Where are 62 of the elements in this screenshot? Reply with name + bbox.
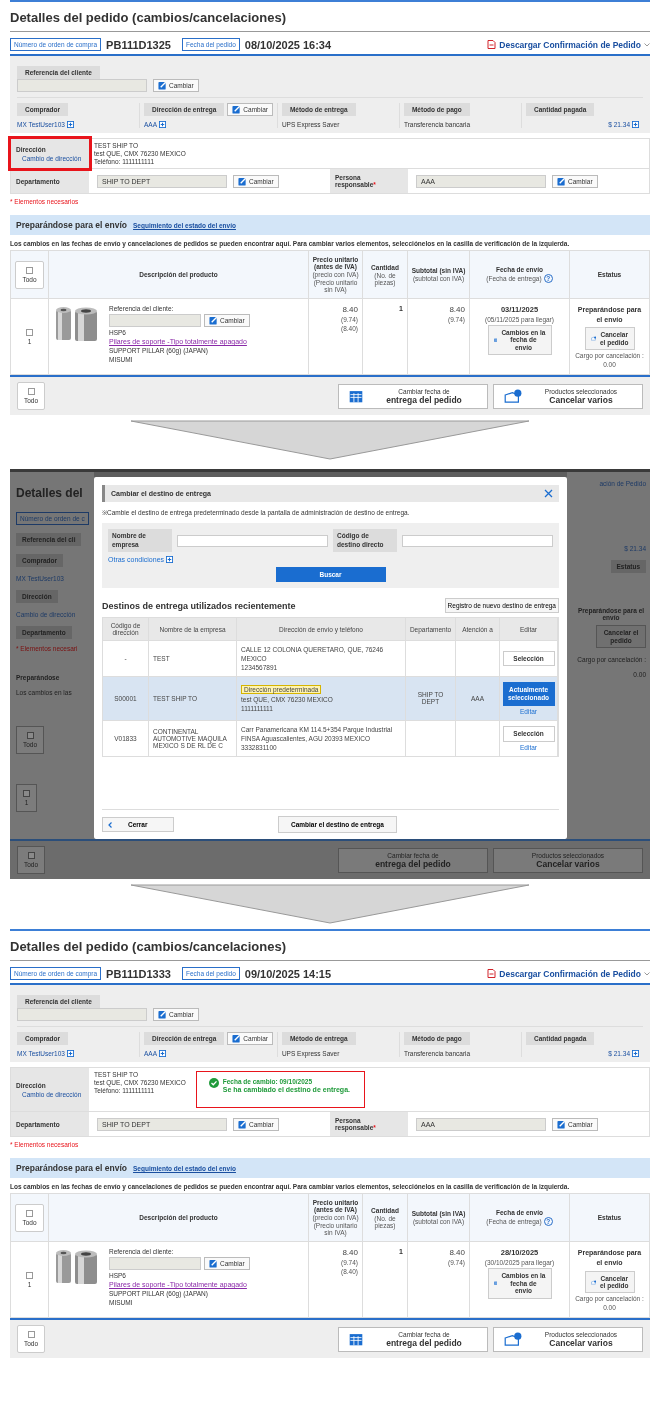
edit-icon	[209, 316, 218, 325]
checkbox[interactable]	[26, 1209, 33, 1217]
search-field[interactable]	[177, 534, 328, 547]
box-icon	[590, 334, 596, 344]
edit-icon	[238, 1119, 247, 1129]
checkbox[interactable]	[26, 1271, 33, 1279]
order-number: PB111D1325	[106, 38, 171, 51]
search-field[interactable]	[402, 534, 553, 547]
plus-icon[interactable]	[66, 1050, 74, 1058]
download-link[interactable]: Descargar Confirmación de Pedido	[487, 968, 650, 979]
edit-icon	[557, 176, 566, 186]
reference-field[interactable]	[17, 1008, 147, 1022]
calendar-icon	[493, 336, 498, 345]
reference-field[interactable]	[109, 314, 201, 327]
section-title: Preparándose para el envío	[16, 220, 128, 230]
reference-field[interactable]	[109, 1257, 201, 1271]
calendar-icon	[349, 1332, 363, 1347]
checkbox[interactable]	[27, 1331, 35, 1339]
order-date: 09/10/2025 14:15	[244, 967, 332, 980]
checkbox[interactable]	[27, 852, 35, 860]
subtotal: 8.40	[449, 1248, 465, 1258]
edit-icon	[232, 105, 242, 114]
page-title: Detalles del pedido (cambios/cancelaciones)	[10, 935, 650, 962]
document-icon	[487, 969, 497, 979]
checkbox[interactable]	[26, 266, 33, 274]
checkbox[interactable]	[23, 790, 30, 798]
order-number: PB111D1333	[106, 967, 171, 980]
close-icon[interactable]	[544, 489, 553, 499]
checkbox[interactable]	[26, 328, 33, 336]
plus-icon[interactable]	[159, 121, 167, 128]
chevron-down-icon	[644, 971, 650, 976]
edit-icon	[232, 1034, 242, 1044]
checkbox[interactable]	[27, 388, 35, 396]
document-icon	[487, 40, 497, 49]
edit-icon	[158, 81, 167, 90]
edit-icon	[209, 1259, 218, 1269]
reference-field[interactable]	[17, 79, 147, 92]
unit-price: 8.40	[342, 305, 358, 314]
calendar-icon	[493, 1279, 498, 1288]
edit-icon	[158, 1010, 167, 1020]
plus-icon[interactable]	[632, 1050, 639, 1058]
unit-price: 8.40	[342, 1248, 358, 1258]
plus-icon[interactable]	[632, 121, 639, 128]
plus-icon[interactable]	[159, 1050, 167, 1058]
page-title: Detalles del	[16, 486, 83, 501]
section-title: Preparándose para el envío	[16, 1163, 128, 1174]
section-title: Destinos de entrega utilizados recientemente	[102, 600, 297, 611]
page-title: Detalles del pedido (cambios/cancelaciones)	[10, 6, 650, 32]
order-date: 08/10/2025 16:34	[244, 38, 332, 51]
checkbox[interactable]	[26, 732, 34, 740]
plus-icon[interactable]	[166, 556, 174, 564]
chevron-left-icon	[108, 821, 112, 828]
subtotal: 8.40	[449, 305, 465, 314]
plus-icon[interactable]	[66, 121, 74, 128]
download-link[interactable]: Descargar Confirmación de Pedido	[487, 39, 650, 50]
edit-icon	[238, 176, 247, 186]
chevron-down-icon	[644, 42, 650, 47]
box-icon	[504, 1332, 522, 1347]
calendar-icon	[349, 389, 363, 404]
edit-icon	[557, 1119, 566, 1129]
check-circle-icon	[208, 1078, 219, 1089]
box-icon	[504, 389, 522, 404]
